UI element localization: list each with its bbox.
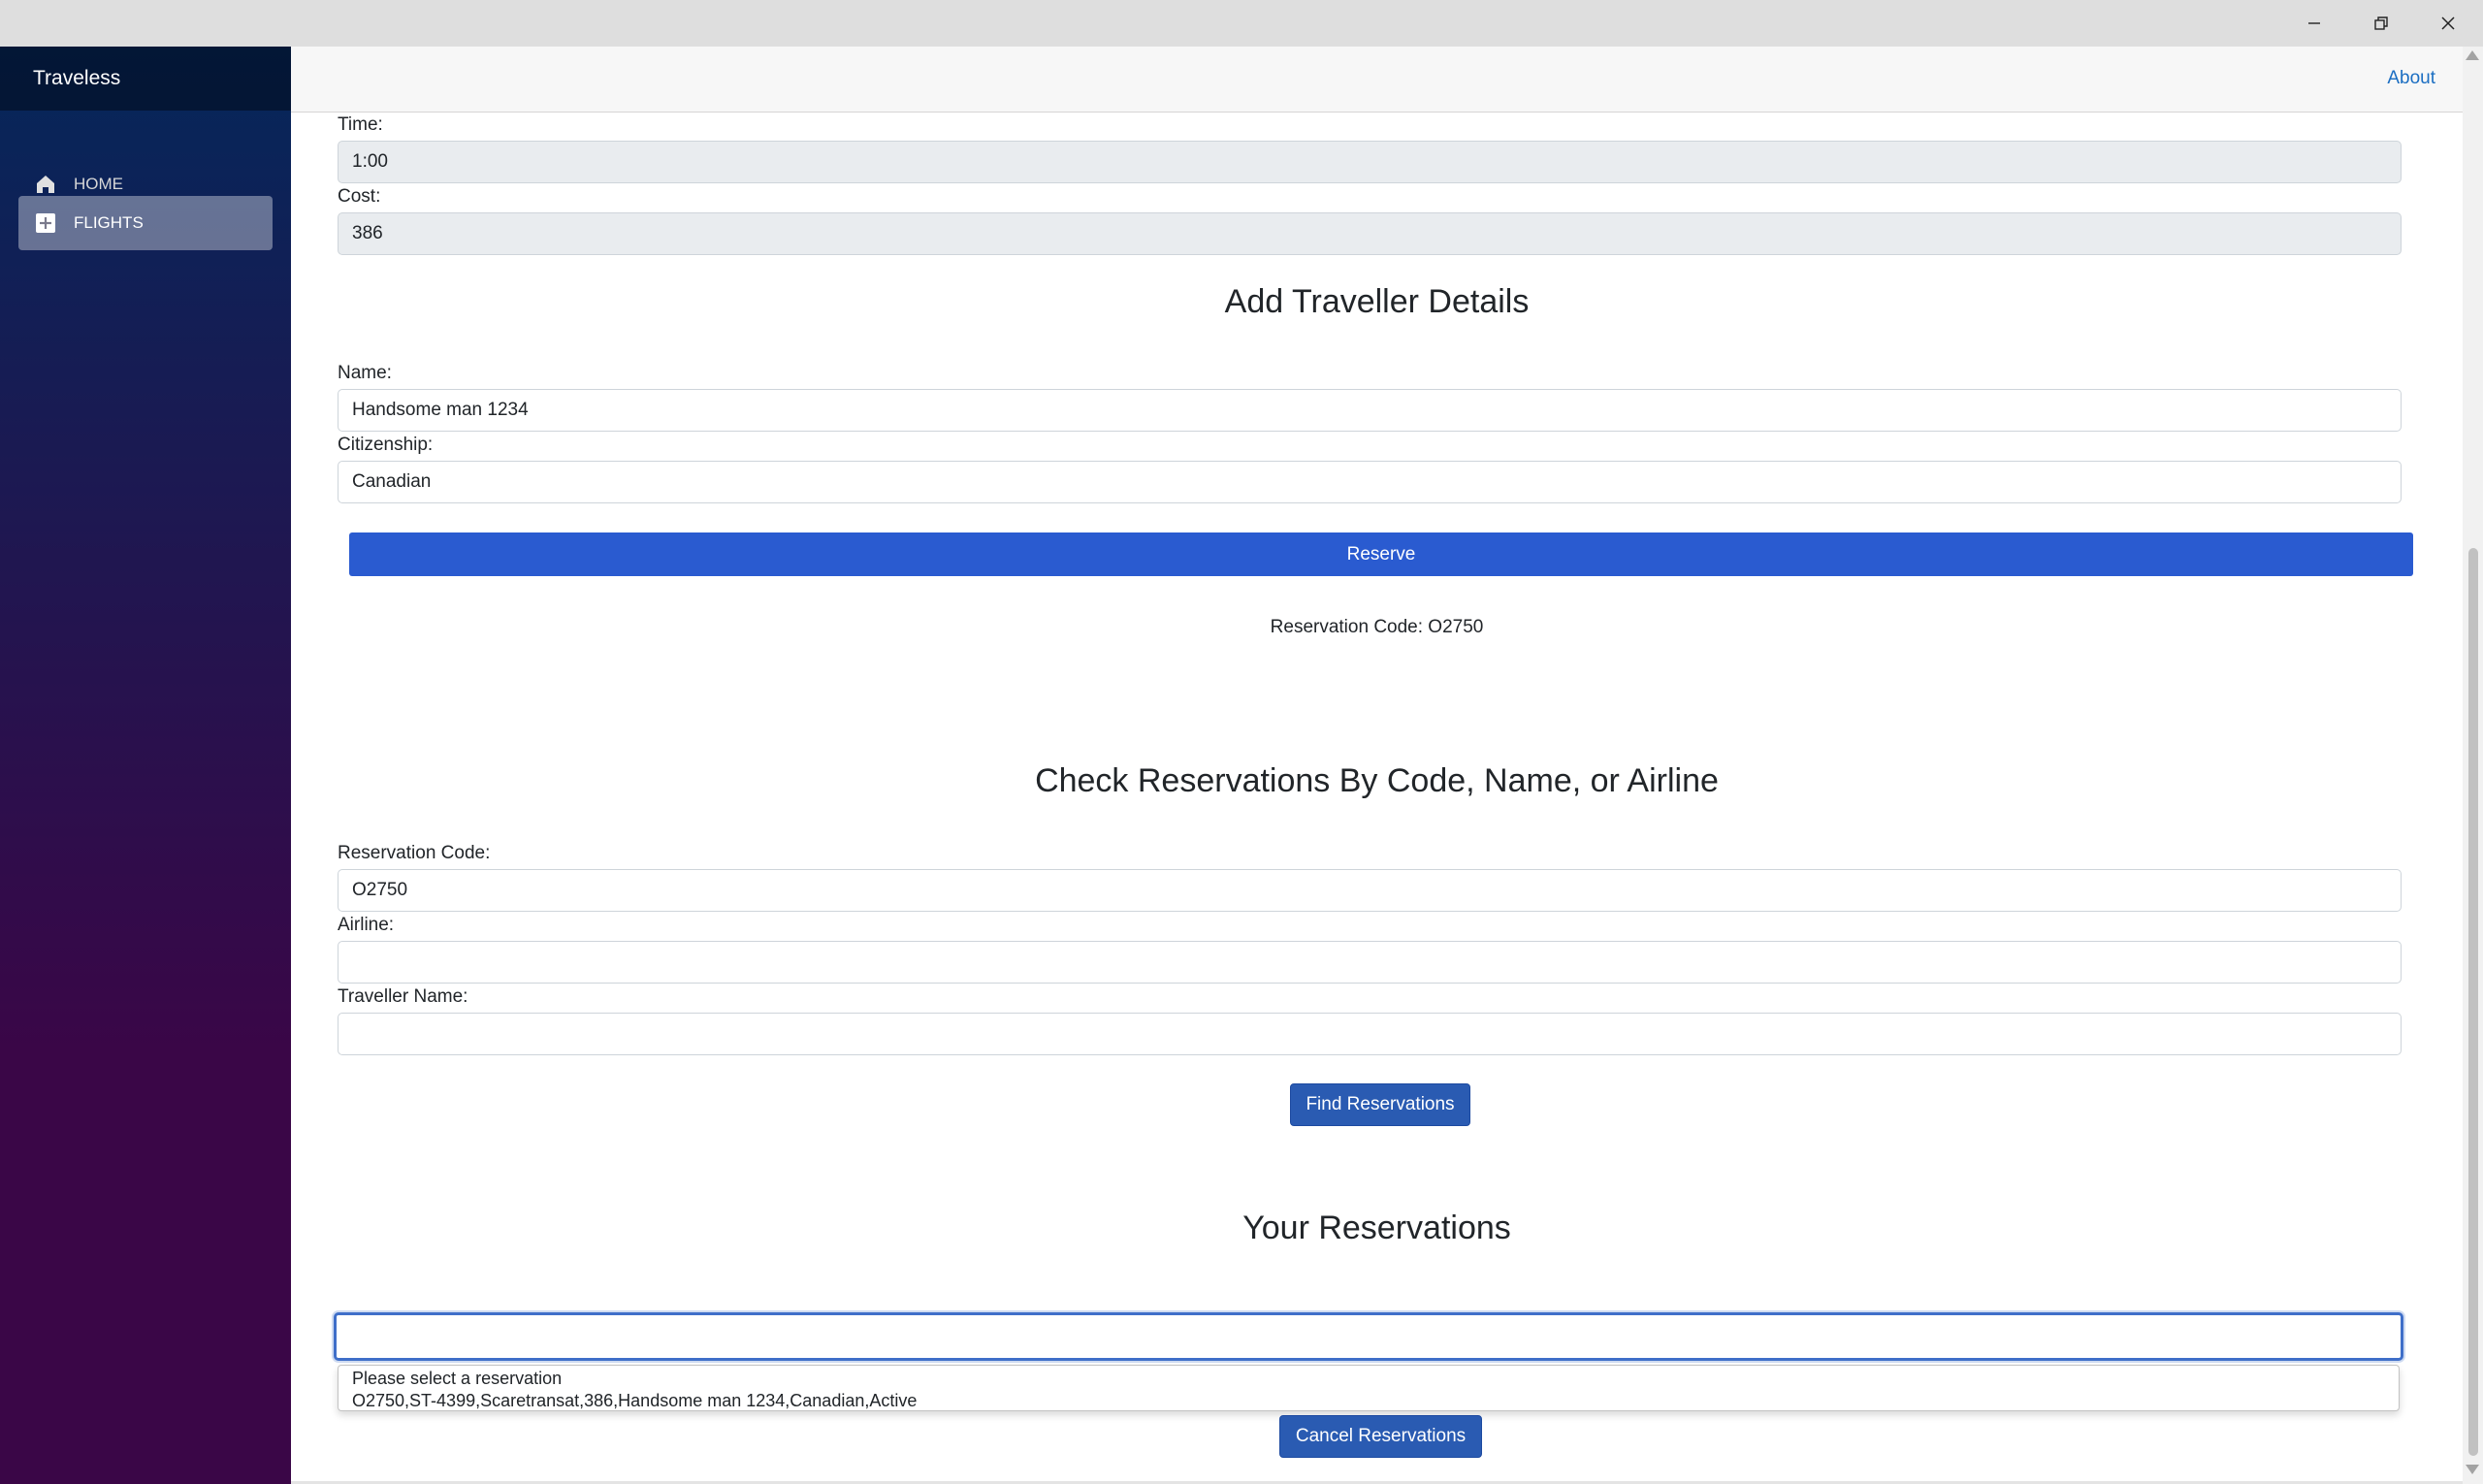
citizenship-label: Citizenship: bbox=[338, 435, 434, 455]
citizenship-field[interactable]: Canadian bbox=[338, 461, 2402, 503]
top-row: About bbox=[291, 47, 2463, 113]
plus-square-icon bbox=[34, 211, 57, 235]
close-icon[interactable] bbox=[2415, 0, 2481, 47]
airline-field[interactable] bbox=[338, 941, 2402, 984]
reservation-select[interactable] bbox=[334, 1312, 2403, 1361]
scroll-up-arrow-icon[interactable] bbox=[2466, 50, 2479, 60]
cost-label: Cost: bbox=[338, 186, 381, 207]
reserve-button[interactable]: Reserve bbox=[349, 532, 2413, 576]
time-label: Time: bbox=[338, 114, 383, 135]
cancel-reservations-button[interactable]: Cancel Reservations bbox=[1279, 1415, 1482, 1458]
scroll-down-arrow-icon[interactable] bbox=[2466, 1465, 2479, 1474]
reservation-dropdown-list: Please select a reservation O2750,ST-439… bbox=[338, 1365, 2400, 1411]
traveller-name-field[interactable] bbox=[338, 1013, 2402, 1055]
home-icon bbox=[34, 173, 57, 196]
time-field[interactable]: 1:00 bbox=[338, 141, 2402, 183]
sidebar: Traveless HOME FLIGHTS bbox=[0, 47, 291, 1484]
reservation-code-field[interactable]: O2750 bbox=[338, 869, 2402, 912]
cost-field[interactable]: 386 bbox=[338, 212, 2402, 255]
traveller-heading: Add Traveller Details bbox=[1224, 283, 1530, 320]
reservation-code-label: Reservation Code: bbox=[338, 843, 491, 863]
name-label: Name: bbox=[338, 363, 392, 383]
find-reservations-button[interactable]: Find Reservations bbox=[1290, 1083, 1470, 1126]
scrollbar-thumb[interactable] bbox=[2468, 548, 2478, 1456]
restore-icon[interactable] bbox=[2348, 0, 2414, 47]
sidebar-item-flights[interactable]: FLIGHTS bbox=[18, 196, 273, 250]
reservations-heading: Your Reservations bbox=[1242, 1210, 1511, 1246]
airline-label: Airline: bbox=[338, 915, 395, 935]
minimize-icon[interactable] bbox=[2281, 0, 2347, 47]
dropdown-option-placeholder[interactable]: Please select a reservation bbox=[352, 1368, 2399, 1390]
search-heading: Check Reservations By Code, Name, or Air… bbox=[1035, 762, 1719, 799]
sidebar-item-label: HOME bbox=[74, 175, 123, 193]
reservation-code-text: Reservation Code: O2750 bbox=[1270, 617, 1484, 637]
sidebar-item-label: FLIGHTS bbox=[74, 213, 144, 232]
about-link[interactable]: About bbox=[2387, 68, 2435, 89]
app-brand[interactable]: Traveless bbox=[33, 67, 120, 90]
name-field[interactable]: Handsome man 1234 bbox=[338, 389, 2402, 432]
brand-bar: Traveless bbox=[0, 47, 291, 111]
dropdown-option-reservation[interactable]: O2750,ST-4399,Scaretransat,386,Handsome … bbox=[352, 1390, 2399, 1412]
traveller-name-label: Traveller Name: bbox=[338, 986, 468, 1007]
window-titlebar bbox=[0, 0, 2483, 47]
